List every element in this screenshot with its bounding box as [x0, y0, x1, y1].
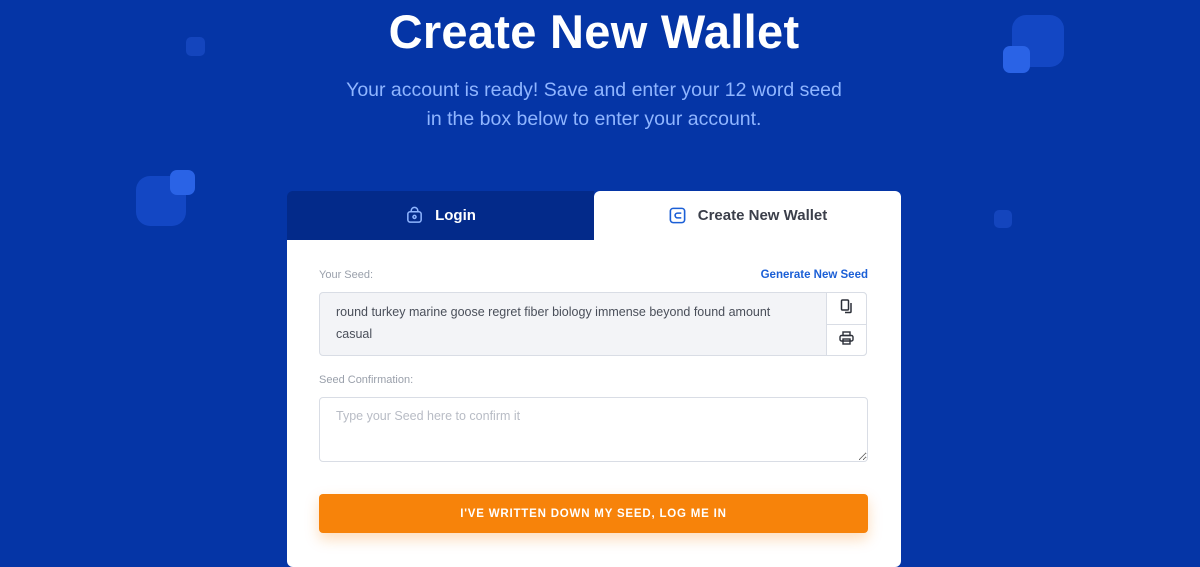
- copy-seed-button[interactable]: [827, 293, 866, 324]
- auth-card: Login Create New Wallet Your Seed: Gener…: [287, 191, 901, 567]
- page-subtitle: Your account is ready! Save and enter yo…: [0, 76, 1188, 134]
- tab-label: Login: [435, 207, 476, 224]
- login-submit-button[interactable]: I'VE WRITTEN DOWN MY SEED, LOG ME IN: [319, 494, 868, 533]
- seed-display: round turkey marine goose regret fiber b…: [319, 292, 867, 356]
- seed-text: round turkey marine goose regret fiber b…: [336, 305, 771, 341]
- printer-icon: [839, 331, 854, 350]
- create-wallet-panel: Your Seed: Generate New Seed round turke…: [287, 240, 901, 567]
- seed-confirmation-input[interactable]: [319, 397, 868, 462]
- subtitle-line: in the box below to enter your account.: [426, 108, 762, 130]
- tab-bar: Login Create New Wallet: [287, 191, 901, 240]
- seed-actions: [826, 292, 867, 356]
- tab-login[interactable]: Login: [287, 191, 594, 240]
- tab-create-wallet[interactable]: Create New Wallet: [594, 191, 901, 240]
- wallet-icon: [668, 206, 687, 225]
- seed-label: Your Seed:: [319, 269, 374, 281]
- confirm-label: Seed Confirmation:: [319, 374, 414, 386]
- subtitle-line: Your account is ready! Save and enter yo…: [346, 79, 842, 101]
- tab-label: Create New Wallet: [697, 207, 828, 224]
- generate-seed-link[interactable]: Generate New Seed: [761, 269, 868, 281]
- page-title: Create New Wallet: [388, 5, 800, 58]
- copy-icon: [840, 298, 854, 319]
- print-seed-button[interactable]: [827, 324, 866, 356]
- lock-icon: [405, 206, 424, 225]
- decor-square: [994, 210, 1012, 228]
- decor-square: [170, 170, 195, 195]
